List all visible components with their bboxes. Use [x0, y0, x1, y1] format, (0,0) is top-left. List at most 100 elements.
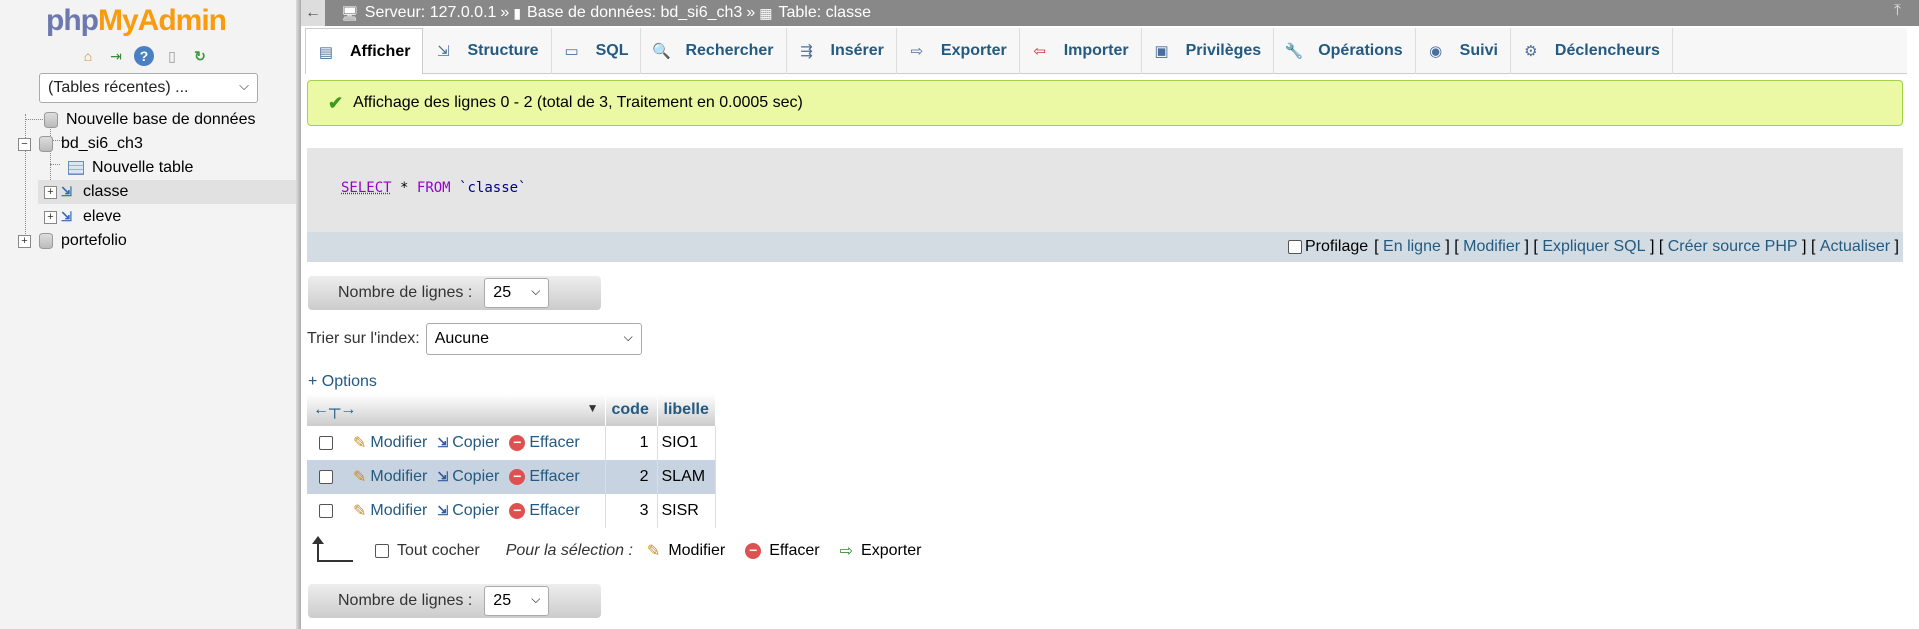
chevron-down-icon: ⌵ [623, 330, 633, 344]
expand-icon[interactable]: + [44, 210, 57, 224]
help-icon[interactable]: ? [134, 46, 154, 66]
edit-query-link[interactable]: Modifier [1463, 238, 1520, 256]
column-header-libelle[interactable]: libelle [657, 394, 716, 426]
pencil-icon: ✎ [646, 543, 661, 560]
tree-item-db-portefolio[interactable]: + portefolio [18, 229, 127, 253]
tab-sql[interactable]: ▭ SQL [552, 28, 642, 74]
tab-rechercher[interactable]: 🔍 Rechercher [641, 28, 787, 74]
copy-row-button[interactable]: ⇲ Copier [437, 502, 499, 520]
chevron-down-icon: ⌵ [239, 78, 249, 93]
tab-importer[interactable]: ⇦ Importer [1020, 28, 1142, 74]
insert-icon: ⇶ [800, 43, 813, 60]
row-count-select[interactable]: 25 ⌵ [484, 278, 550, 308]
row-checkbox[interactable] [319, 470, 333, 484]
wrench-icon: 🔧 [1284, 43, 1304, 60]
export-icon: ⇨ [910, 43, 924, 60]
breadcrumb-table[interactable]: Table: classe [778, 4, 871, 22]
tab-operations[interactable]: 🔧 Opérations [1274, 28, 1416, 74]
check-all-label[interactable]: Tout cocher [397, 542, 480, 560]
create-php-link[interactable]: Créer source PHP [1668, 238, 1798, 256]
copy-row-button[interactable]: ⇲ Copier [437, 468, 499, 486]
column-resize-header[interactable]: ←┬→ ▼ [307, 394, 606, 426]
bulk-export-button[interactable]: ⇨ Exporter [840, 541, 922, 561]
database-icon: ▮ [513, 4, 522, 21]
profiling-checkbox[interactable] [1287, 240, 1302, 254]
tree-item-table-eleve[interactable]: + ⇲ eleve [44, 205, 121, 229]
explain-sql-link[interactable]: Expliquer SQL [1542, 238, 1645, 256]
copy-icon: ⇲ [437, 503, 449, 518]
tab-inserer[interactable]: ⇶ Insérer [787, 28, 897, 74]
breadcrumb-database[interactable]: Base de données: bd_si6_ch3 [527, 4, 742, 22]
sort-index-select[interactable]: Aucune ⌵ [425, 323, 642, 355]
delete-row-button[interactable]: − Effacer [509, 502, 580, 520]
docs-icon[interactable]: ▯ [162, 46, 182, 66]
sql-options-bar: Profilage [ En ligne ] [ Modifier ] [ Ex… [307, 232, 1903, 262]
check-all-checkbox[interactable] [375, 544, 389, 558]
logout-icon[interactable]: ⇥ [106, 46, 126, 66]
delete-icon: − [509, 469, 526, 485]
scroll-top-icon[interactable]: ⤒ [1894, 2, 1901, 20]
copy-icon: ⇲ [437, 435, 449, 450]
structure-icon[interactable]: ⇲ [61, 209, 77, 225]
edit-row-button[interactable]: ✎ Modifier [353, 467, 427, 487]
sql-query-box[interactable]: SELECT * FROM `classe` [307, 148, 1903, 232]
tab-declencheurs[interactable]: ⚙ Déclencheurs [1511, 28, 1673, 74]
row-checkbox[interactable] [319, 436, 333, 450]
reload-icon[interactable]: ↻ [190, 46, 210, 66]
collapse-nav-icon[interactable]: ← [301, 0, 325, 26]
collapse-icon[interactable]: − [18, 137, 31, 151]
inline-edit-link[interactable]: En ligne [1383, 238, 1441, 256]
tab-afficher[interactable]: ▤ Afficher [305, 28, 424, 74]
bulk-edit-button[interactable]: ✎ Modifier [647, 541, 725, 561]
privileges-icon: ▣ [1154, 43, 1169, 60]
server-icon: 🖥 [341, 4, 359, 21]
row-count-select[interactable]: 25 ⌵ [484, 586, 550, 616]
structure-icon[interactable]: ⇲ [61, 184, 77, 200]
browse-icon: ▤ [318, 43, 334, 61]
cell-libelle[interactable]: SISR [657, 494, 716, 528]
sql-icon: ▭ [564, 43, 579, 60]
home-icon[interactable]: ⌂ [78, 46, 98, 66]
cell-libelle[interactable]: SLAM [657, 460, 716, 494]
tree-item-new-table[interactable]: Nouvelle table [68, 156, 193, 180]
cell-code[interactable]: 1 [605, 426, 658, 460]
column-header-code[interactable]: code [605, 394, 658, 426]
edit-row-button[interactable]: ✎ Modifier [353, 501, 427, 521]
breadcrumb-server[interactable]: Serveur: 127.0.0.1 [365, 4, 497, 22]
cell-code[interactable]: 2 [605, 460, 658, 494]
pencil-icon: ✎ [353, 503, 367, 520]
export-icon: ⇨ [839, 543, 854, 560]
main-panel: ← 🖥 Serveur: 127.0.0.1 » ▮ Base de donné… [301, 0, 1919, 629]
bulk-delete-button[interactable]: − Effacer [745, 542, 820, 560]
phpmyadmin-logo[interactable]: phpMyAdmin [46, 4, 227, 38]
tab-bar: ▤ Afficher ⇲ Structure ▭ SQL 🔍 Rechercher ⇶ I… [305, 28, 1907, 74]
recent-tables-select[interactable]: (Tables récentes) ... ⌵ [39, 73, 258, 103]
tree-item-db-bd_si6_ch3[interactable]: − bd_si6_ch3 [18, 132, 143, 156]
cell-libelle[interactable]: SIO1 [657, 426, 716, 460]
chevron-down-icon: ⌵ [531, 592, 541, 606]
tab-suivi[interactable]: ◉ Suivi [1416, 28, 1511, 74]
delete-icon: − [509, 435, 526, 451]
arrow-up-icon [312, 536, 353, 562]
delete-row-button[interactable]: − Effacer [509, 468, 580, 486]
tree-item-table-classe[interactable]: + ⇲ classe [38, 180, 296, 204]
sort-triangle-icon[interactable]: ▼ [587, 401, 599, 415]
tab-exporter[interactable]: ⇨ Exporter [897, 28, 1020, 74]
column-arrows-icon[interactable]: ←┬→ [313, 401, 356, 418]
expand-icon[interactable]: + [44, 185, 57, 199]
edit-row-button[interactable]: ✎ Modifier [353, 433, 427, 453]
row-count-bar-top: Nombre de lignes : 25 ⌵ [308, 276, 601, 310]
tree-item-new-database[interactable]: Nouvelle base de données [44, 108, 255, 132]
tab-structure[interactable]: ⇲ Structure [423, 28, 552, 74]
options-link[interactable]: + Options [308, 373, 377, 391]
table-row: ✎ Modifier ⇲ Copier − Effacer 3 SISR [307, 494, 716, 528]
delete-row-button[interactable]: − Effacer [509, 434, 580, 452]
database-icon [39, 233, 53, 249]
refresh-link[interactable]: Actualiser [1820, 238, 1890, 256]
row-checkbox[interactable] [319, 504, 333, 518]
copy-row-button[interactable]: ⇲ Copier [437, 434, 499, 452]
cell-code[interactable]: 3 [605, 494, 658, 528]
expand-icon[interactable]: + [18, 234, 31, 248]
tab-privileges[interactable]: ▣ Privilèges [1142, 28, 1275, 74]
table-row: ✎ Modifier ⇲ Copier − Effacer 2 SLAM [307, 460, 716, 494]
